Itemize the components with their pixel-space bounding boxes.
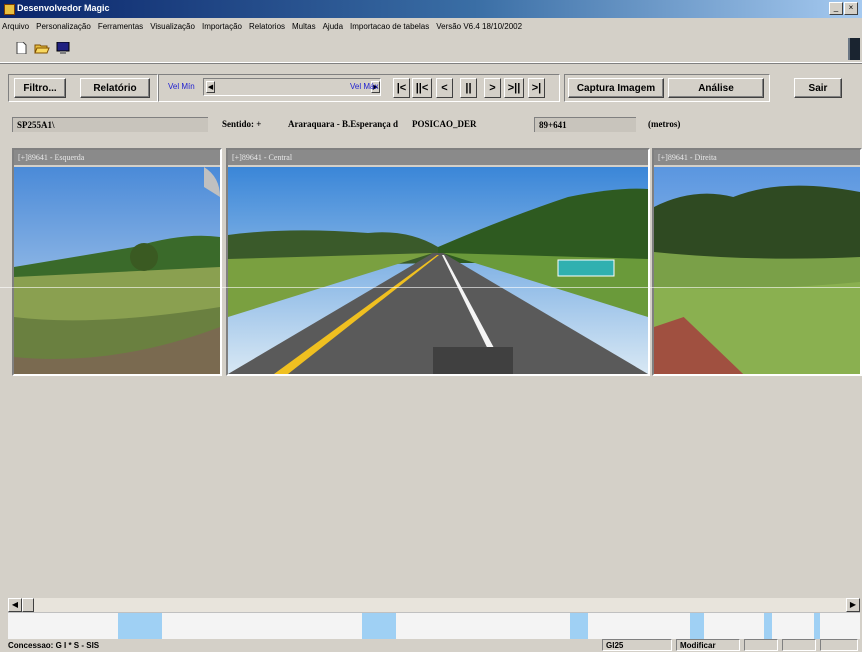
menu-multas[interactable]: Multas: [292, 22, 316, 31]
menu-importacao-tabelas[interactable]: Importacao de tabelas: [350, 22, 429, 31]
app-icon: [4, 4, 15, 15]
scroll-right-arrow-icon[interactable]: ▶: [846, 598, 860, 612]
monitor-icon[interactable]: [56, 41, 70, 54]
minimize-button[interactable]: _: [829, 2, 843, 15]
rodovia-field: SP255A1\: [12, 117, 208, 132]
sentido-value: Araraquara - B.Esperança d: [288, 119, 398, 129]
menu-versao[interactable]: Versão V6.4 18/10/2002: [436, 22, 522, 31]
timeline-strip[interactable]: [8, 612, 860, 639]
playback-controls: Filtro... Relatório Vel Mín ◀ ▶ Vel Máx …: [8, 74, 858, 102]
vel-min-label: Vel Mín: [168, 82, 195, 91]
panel-esquerda: [+]89641 - Esquerda: [12, 148, 222, 376]
posicao-label: POSICAO_DER: [412, 119, 477, 129]
horizontal-scrollbar[interactable]: ◀ ▶: [8, 598, 860, 612]
last-frame-button[interactable]: >|: [528, 78, 545, 98]
filtro-button[interactable]: Filtro...: [14, 78, 66, 98]
status-action: Modificar: [676, 639, 740, 651]
posicao-field: 89+641: [534, 117, 636, 132]
panel-direita: [+]89641 - Direita: [652, 148, 862, 376]
status-concessao: Concessao: G I * S - SIS: [8, 641, 100, 650]
timeline-marker[interactable]: [814, 613, 820, 639]
analise-button[interactable]: Análise: [668, 78, 764, 98]
toolbar: [0, 36, 862, 63]
scroll-thumb[interactable]: [22, 598, 34, 612]
timeline-marker[interactable]: [570, 613, 588, 639]
menu-ajuda[interactable]: Ajuda: [323, 22, 343, 31]
photo-central: [228, 167, 648, 374]
panel-esquerda-title: [+]89641 - Esquerda: [14, 150, 220, 165]
menu-relatorios[interactable]: Relatorios: [249, 22, 285, 31]
reference-line: [0, 287, 862, 288]
prev-fast-button[interactable]: ||<: [412, 78, 432, 98]
side-thumbnail: [848, 38, 860, 60]
timeline-marker[interactable]: [118, 613, 162, 639]
menu-visualizacao[interactable]: Visualização: [150, 22, 195, 31]
photo-esquerda: [14, 167, 220, 374]
menu-ferramentas[interactable]: Ferramentas: [98, 22, 143, 31]
status-bar: Concessao: G I * S - SIS GI25 Modificar: [0, 638, 862, 652]
status-empty-3: [820, 639, 858, 651]
menu-importacao[interactable]: Importação: [202, 22, 242, 31]
status-empty-1: [744, 639, 778, 651]
sentido-label: Sentido: +: [222, 119, 262, 129]
new-document-icon[interactable]: [14, 41, 28, 55]
status-code: GI25: [602, 639, 672, 651]
unidade-label: (metros): [648, 119, 681, 129]
vel-max-label: Vel Máx: [350, 82, 379, 91]
title-bar: Desenvolvedor Magic _ ×: [0, 0, 862, 18]
panel-central: [+]89641 - Central: [226, 148, 650, 376]
timeline-marker[interactable]: [764, 613, 772, 639]
status-empty-2: [782, 639, 816, 651]
close-button[interactable]: ×: [844, 2, 858, 15]
pause-button[interactable]: ||: [460, 78, 477, 98]
sair-button[interactable]: Sair: [794, 78, 842, 98]
photo-direita: [654, 167, 860, 374]
menu-bar: Arquivo Personalização Ferramentas Visua…: [0, 18, 862, 34]
captura-imagem-button[interactable]: Captura Imagem: [568, 78, 664, 98]
info-bar: SP255A1\ Sentido: + Araraquara - B.Esper…: [8, 116, 858, 134]
window-title: Desenvolvedor Magic: [17, 3, 110, 13]
slider-left-arrow-icon[interactable]: ◀: [206, 81, 215, 93]
panel-direita-title: [+]89641 - Direita: [654, 150, 860, 165]
scroll-left-arrow-icon[interactable]: ◀: [8, 598, 22, 612]
next-fast-button[interactable]: >||: [504, 78, 524, 98]
next-frame-button[interactable]: >: [484, 78, 501, 98]
first-frame-button[interactable]: |<: [393, 78, 410, 98]
timeline-marker[interactable]: [690, 613, 704, 639]
timeline-marker[interactable]: [362, 613, 396, 639]
open-folder-icon[interactable]: [34, 42, 50, 54]
prev-frame-button[interactable]: <: [436, 78, 453, 98]
relatorio-button[interactable]: Relatório: [80, 78, 150, 98]
panel-central-title: [+]89641 - Central: [228, 150, 648, 165]
menu-arquivo[interactable]: Arquivo: [2, 22, 29, 31]
menu-personalizacao[interactable]: Personalização: [36, 22, 91, 31]
